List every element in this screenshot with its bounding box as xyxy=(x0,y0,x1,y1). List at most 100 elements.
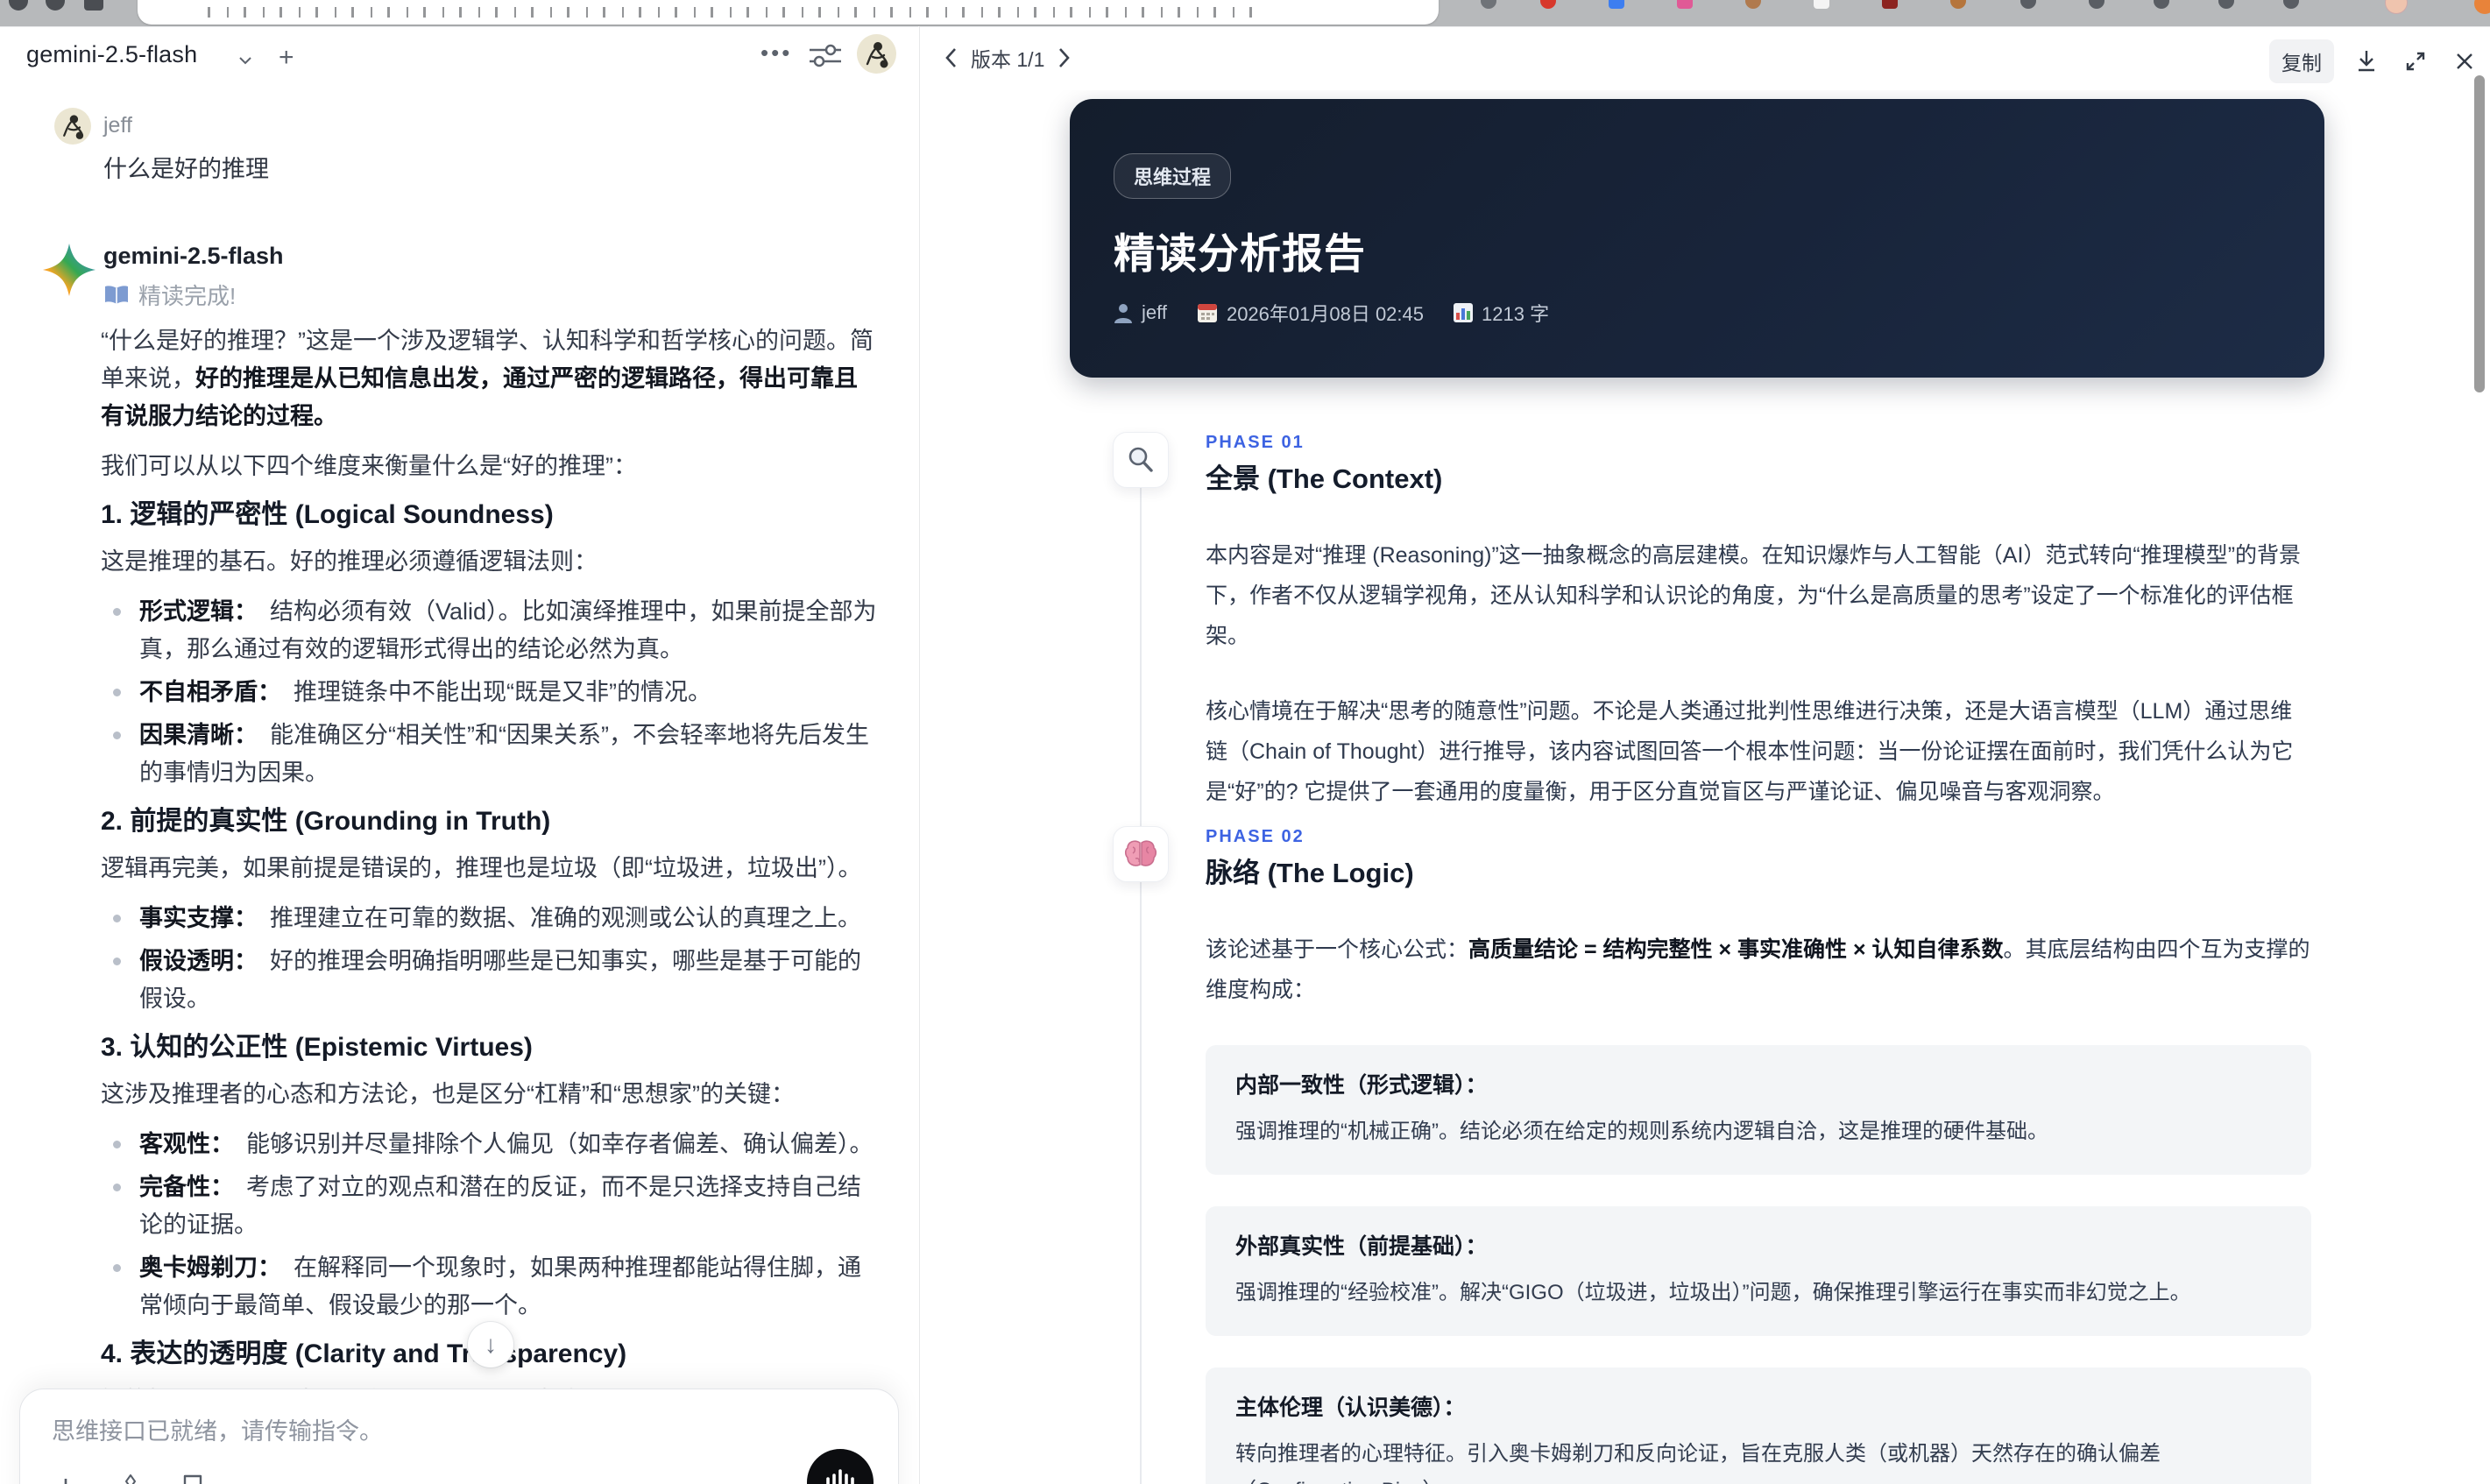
chevron-left-icon[interactable] xyxy=(943,46,959,69)
extension-icon[interactable] xyxy=(1609,0,1624,9)
assistant-status: 精读完成! xyxy=(103,279,236,311)
phase-title: 全景 (The Context) xyxy=(1206,463,1443,494)
section-heading: 2. 前提的真实性 (Grounding in Truth) xyxy=(101,807,551,836)
report-title: 精读分析报告 xyxy=(1114,230,1366,277)
report-meta: jeff 2026年01月08日 02:45 1213 字 xyxy=(1114,299,1549,327)
copy-button[interactable]: 复制 xyxy=(2269,39,2334,83)
author-meta: jeff xyxy=(1114,301,1167,324)
user-name: jeff xyxy=(103,113,132,138)
list-item: 形式逻辑： 结构必须有效（Valid）。比如演绎推理中，如果前提全部为真，那么通过… xyxy=(101,593,879,668)
artifact-panel: 版本 1/1 复制 思维过程 精读分析报告 jeff 2026年01月08日 0… xyxy=(919,26,2490,1484)
extension-icon[interactable] xyxy=(2474,0,2490,14)
browser-chrome xyxy=(0,0,2490,26)
list-item: 事实支撑： 推理建立在可靠的数据、准确的观测或公认的真理之上。 xyxy=(101,900,879,937)
card-body: 强调推理的“机械正确”。结论必须在给定的规则系统内逻辑自洽，这是推理的硬件基础。 xyxy=(1235,1120,2048,1143)
message-list: jeff 什么是好的推理 gemini-2.5-flash 精读完成! “什么是… xyxy=(0,80,918,1484)
voice-input-button[interactable] xyxy=(807,1449,874,1484)
sparkle-diamonds-icon[interactable] xyxy=(115,1473,146,1484)
profile-avatar[interactable] xyxy=(2385,0,2408,14)
phase-label: PHASE 02 xyxy=(1206,827,1305,846)
version-label: 版本 1/1 xyxy=(971,48,1045,71)
extension-icon[interactable] xyxy=(2020,0,2036,9)
extension-icon[interactable] xyxy=(2154,0,2169,9)
plus-icon[interactable] xyxy=(52,1475,80,1484)
more-options-button[interactable]: ••• xyxy=(760,39,792,67)
dimension-card: 主体伦理（认识美德）： 转向推理者的心理特征。引入奥卡姆剃刀和反向论证，旨在克服… xyxy=(1206,1367,2311,1484)
extension-icon[interactable] xyxy=(1882,0,1898,9)
url-text-clipped xyxy=(208,7,1259,18)
download-icon xyxy=(2359,51,2374,72)
extension-icon[interactable] xyxy=(1677,0,1693,9)
close-icon xyxy=(2457,53,2472,69)
bullet-list: 客观性： 能够识别并尽量排除个人偏见（如幸存者偏差、确认偏差）。 完备性： 考虑了对… xyxy=(101,1126,879,1325)
brain-icon xyxy=(1113,826,1169,882)
list-item: 因果清晰： 能准确区分“相关性”和“因果关系”，不会轻率地将先后发生的事情归为因果… xyxy=(101,717,879,792)
bookmark-icon[interactable] xyxy=(181,1474,204,1484)
gemini-star-icon xyxy=(42,243,96,297)
report-document[interactable]: 思维过程 精读分析报告 jeff 2026年01月08日 02:45 1213 … xyxy=(920,90,2490,1484)
user-avatar[interactable] xyxy=(857,34,896,74)
close-button[interactable] xyxy=(2448,45,2481,78)
composer[interactable]: 思维接口已就绪，请传输指令。 xyxy=(19,1389,899,1484)
list-item: 完备性： 考虑了对立的观点和潜在的反证，而不是只选择支持自己结论的证据。 xyxy=(101,1169,879,1244)
phase-label: PHASE 01 xyxy=(1206,433,1305,452)
extension-icon[interactable] xyxy=(1950,0,1966,9)
magnifier-icon xyxy=(1113,432,1169,488)
paragraph: 这是推理的基石。好的推理必须遵循逻辑法则： xyxy=(101,548,598,575)
dimension-card: 内部一致性（形式逻辑）： 强调推理的“机械正确”。结论必须在给定的规则系统内逻辑… xyxy=(1206,1045,2311,1175)
card-title: 外部真实性（前提基础）： xyxy=(1235,1234,1488,1259)
arrow-down-icon: ↓ xyxy=(485,1331,497,1358)
list-item: 不自相矛盾： 推理链条中不能出现“既是又非”的情况。 xyxy=(101,674,879,711)
voice-waveform-icon xyxy=(826,1469,854,1484)
paragraph: 这涉及推理者的心态和方法论，也是区分“杠精”和“思想家”的关键： xyxy=(101,1081,795,1107)
bullet-list: 形式逻辑： 结构必须有效（Valid）。比如演绎推理中，如果前提全部为真，那么通过… xyxy=(101,593,879,792)
browser-icon[interactable] xyxy=(9,0,28,11)
expand-icon xyxy=(2406,52,2425,71)
extension-icon[interactable] xyxy=(1814,0,1829,9)
extensions-grid-icon[interactable] xyxy=(1481,0,1496,9)
user-message: 什么是好的推理 xyxy=(103,156,269,182)
phase-section-1: PHASE 01 全景 (The Context) 本内容是对“推理 (Reas… xyxy=(920,432,2490,812)
scrollbar[interactable] xyxy=(2474,75,2485,392)
chevron-right-icon[interactable] xyxy=(1057,46,1072,69)
bar-chart-icon xyxy=(1454,303,1474,322)
extension-icon[interactable] xyxy=(2089,0,2104,9)
list-item: 假设透明： 好的推理会明确指明哪些是已知事实，哪些是基于可能的假设。 xyxy=(101,943,879,1018)
screen: gemini-2.5-flash + ••• jeff 什么是好的推理 gemi… xyxy=(0,0,2490,1484)
download-button[interactable] xyxy=(2350,45,2383,78)
extension-icon[interactable] xyxy=(1540,0,1556,9)
report-hero-card: 思维过程 精读分析报告 jeff 2026年01月08日 02:45 1213 … xyxy=(1070,99,2324,378)
section-heading: 3. 认知的公正性 (Epistemic Virtues) xyxy=(101,1033,533,1062)
paragraph: 逻辑再完美，如果前提是错误的，推理也是垃圾（即“垃圾进，垃圾出”）。 xyxy=(101,855,862,881)
chat-header: gemini-2.5-flash + ••• xyxy=(0,27,918,80)
card-title: 主体伦理（认识美德）： xyxy=(1235,1396,1466,1420)
chevron-down-icon[interactable] xyxy=(238,53,252,67)
browser-icon[interactable] xyxy=(84,0,103,11)
browser-icon[interactable] xyxy=(46,0,65,11)
new-chat-button[interactable]: + xyxy=(279,43,294,73)
list-item: 客观性： 能够识别并尽量排除个人偏见（如幸存者偏差、确认偏差）。 xyxy=(101,1126,879,1163)
sliders-icon[interactable] xyxy=(808,43,843,67)
card-body: 强调推理的“经验校准”。解决“GIGO（垃圾进，垃圾出）”问题，确保推理引擎运行… xyxy=(1235,1281,2191,1304)
report-badge: 思维过程 xyxy=(1114,153,1232,199)
paragraph: 该论述基于一个核心公式：高质量结论 = 结构完整性 × 事实准确性 × 认知自律… xyxy=(1206,937,2310,1002)
extension-icon[interactable] xyxy=(1745,0,1761,9)
scroll-to-bottom-button[interactable]: ↓ xyxy=(468,1322,513,1367)
card-title: 内部一致性（形式逻辑）： xyxy=(1235,1073,1488,1098)
dimension-cards: 内部一致性（形式逻辑）： 强调推理的“机械正确”。结论必须在给定的规则系统内逻辑… xyxy=(1206,1045,2311,1484)
user-avatar xyxy=(54,108,91,145)
word-count-meta: 1213 字 xyxy=(1454,299,1549,327)
dimension-card: 外部真实性（前提基础）： 强调推理的“经验校准”。解决“GIGO（垃圾进，垃圾出… xyxy=(1206,1206,2311,1336)
model-selector[interactable]: gemini-2.5-flash xyxy=(26,41,197,68)
date-meta: 2026年01月08日 02:45 xyxy=(1197,299,1424,327)
paragraph: “什么是好的推理？”这是一个涉及逻辑学、认知科学和哲学核心的问题。简单来说，好的… xyxy=(101,328,874,429)
phase-title: 脉络 (The Logic) xyxy=(1206,858,1414,888)
phase-section-2: PHASE 02 脉络 (The Logic) 该论述基于一个核心公式：高质量结… xyxy=(920,826,2490,1484)
version-navigator: 版本 1/1 xyxy=(943,43,1072,73)
expand-button[interactable] xyxy=(2399,45,2432,78)
paragraph: 核心情境在于解决“思考的随意性”问题。不论是人类通过批判性思维进行决策，还是大语… xyxy=(1206,699,2294,804)
extension-icon[interactable] xyxy=(2218,0,2234,9)
extension-icon[interactable] xyxy=(2283,0,2299,9)
url-bar[interactable] xyxy=(138,0,1439,25)
assistant-name: gemini-2.5-flash xyxy=(103,243,284,269)
